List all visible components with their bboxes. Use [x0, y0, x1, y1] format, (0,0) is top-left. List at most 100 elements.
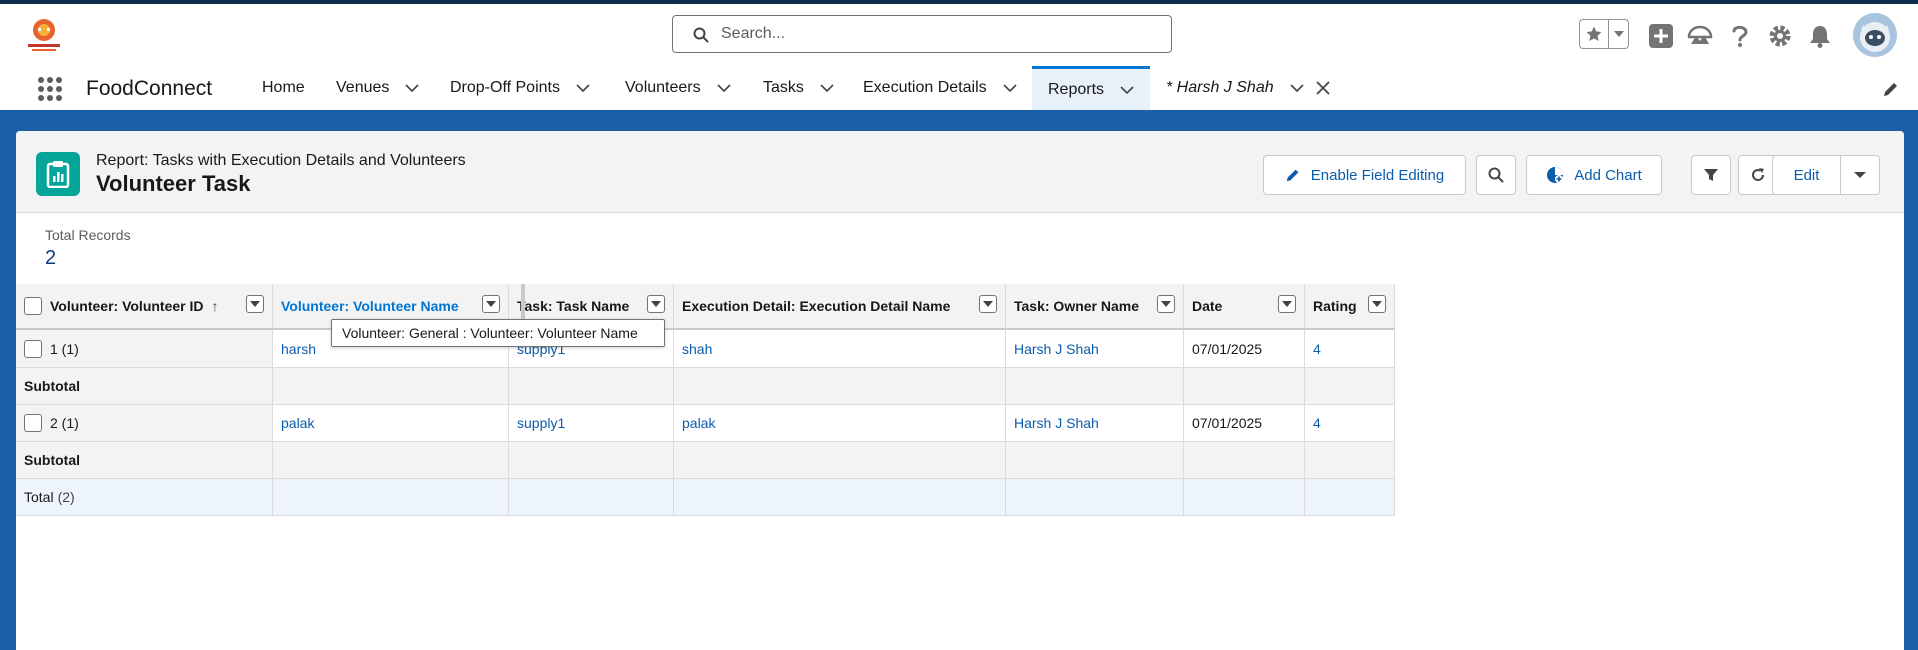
chevron-down-icon[interactable] [1120, 85, 1134, 94]
nav-item-execution-details[interactable]: Execution Details [863, 66, 1017, 110]
report-type-label: Report: Tasks with Execution Details and… [96, 152, 466, 169]
total-cell [674, 479, 1006, 516]
row-checkbox[interactable] [24, 339, 42, 358]
chevron-down-icon[interactable] [717, 84, 731, 92]
chevron-down-icon[interactable] [1003, 84, 1017, 92]
subtotal-label: Subtotal [16, 442, 273, 479]
gear-icon [1769, 25, 1791, 47]
close-tab-icon[interactable] [1315, 81, 1330, 95]
edit-menu-button[interactable] [1841, 156, 1879, 194]
clipboard-chart-icon [46, 161, 70, 188]
nav-item-label: Volunteers [625, 79, 701, 96]
column-menu-icon[interactable] [979, 295, 997, 313]
cell-date: 07/01/2025 [1184, 405, 1305, 442]
column-menu-icon[interactable] [1278, 295, 1296, 313]
column-header-label: Date [1192, 298, 1223, 314]
trailhead-icon [1687, 25, 1713, 44]
total-cell: Total (2) [16, 479, 273, 516]
add-chart-button[interactable]: Add Chart [1526, 155, 1662, 195]
total-row: Total (2) [16, 479, 1395, 516]
search-report-button[interactable] [1476, 155, 1516, 195]
column-menu-icon[interactable] [1368, 295, 1386, 313]
column-header-label: Rating [1313, 298, 1357, 314]
column-header-label: Volunteer: Volunteer ID [50, 298, 204, 314]
favorites-star-button[interactable] [1580, 20, 1610, 48]
column-menu-icon[interactable] [482, 295, 500, 313]
search-icon [1488, 167, 1504, 183]
trailhead-button[interactable] [1686, 22, 1714, 50]
nav-item-home[interactable]: Home [262, 66, 305, 110]
nav-item-venues[interactable]: Venues [336, 66, 419, 110]
cell-rating[interactable]: 4 [1305, 330, 1395, 368]
launcher-dot [47, 77, 53, 83]
column-header-label: Task: Task Name [517, 298, 630, 314]
app-nav-bar: FoodConnect Home Venues Drop-Off Points … [0, 66, 1918, 113]
chevron-down-icon[interactable] [1290, 84, 1304, 92]
cell-execution-detail-name[interactable]: palak [674, 405, 1006, 442]
help-button[interactable] [1726, 22, 1754, 50]
subtotal-cell [1184, 368, 1305, 405]
cell-execution-detail-name[interactable]: shah [674, 330, 1006, 368]
cell-volunteer-name[interactable]: palak [273, 405, 509, 442]
select-all-checkbox[interactable] [24, 297, 42, 315]
pencil-icon [1285, 167, 1301, 183]
astro-avatar-icon [1853, 13, 1897, 57]
cell-owner-name[interactable]: Harsh J Shah [1006, 405, 1184, 442]
nav-tab-harsh-j-shah[interactable]: * Harsh J Shah [1166, 66, 1330, 110]
subtotal-cell [1006, 368, 1184, 405]
column-menu-icon[interactable] [246, 295, 264, 313]
notifications-button[interactable] [1806, 22, 1834, 50]
app-name: FoodConnect [86, 77, 213, 100]
search-input[interactable] [721, 22, 1161, 46]
launcher-dot [47, 95, 53, 101]
column-tooltip: Volunteer: General : Volunteer: Voluntee… [331, 319, 665, 347]
add-icon [1649, 24, 1673, 48]
search-icon [693, 27, 709, 43]
filter-button[interactable] [1691, 155, 1731, 195]
nav-item-drop-off-points[interactable]: Drop-Off Points [450, 66, 590, 110]
edit-nav-items-button[interactable] [1882, 80, 1900, 101]
report-header: Report: Tasks with Execution Details and… [16, 131, 1904, 213]
cell-task-name[interactable]: supply1 [509, 405, 674, 442]
subtotal-cell [273, 442, 509, 479]
user-avatar[interactable] [1853, 13, 1897, 57]
launcher-dot [38, 95, 44, 101]
button-label: Enable Field Editing [1310, 166, 1445, 184]
subtotal-cell [1305, 368, 1395, 405]
column-header-date[interactable]: Date [1184, 284, 1305, 330]
column-header-execution-detail-name[interactable]: Execution Detail: Execution Detail Name [674, 284, 1006, 330]
total-cell [1006, 479, 1184, 516]
chevron-down-icon[interactable] [576, 84, 590, 92]
enable-field-editing-button[interactable]: Enable Field Editing [1263, 155, 1466, 195]
subtotal-row: Subtotal [16, 442, 1395, 479]
subtotal-cell [509, 442, 674, 479]
global-actions-button[interactable] [1647, 22, 1675, 50]
app-launcher-button[interactable] [36, 75, 64, 103]
column-header-volunteer-id[interactable]: Volunteer: Volunteer ID ↑ [16, 284, 273, 330]
cell-owner-name[interactable]: Harsh J Shah [1006, 330, 1184, 368]
foodconnect-logo[interactable] [24, 16, 64, 54]
column-menu-icon[interactable] [647, 295, 665, 313]
setup-button[interactable] [1766, 22, 1794, 50]
column-header-owner-name[interactable]: Task: Owner Name [1006, 284, 1184, 330]
button-label: Add Chart [1574, 166, 1642, 184]
table-row: 2 (1) palak supply1 palak Harsh J Shah 0… [16, 405, 1395, 442]
nav-item-tasks[interactable]: Tasks [763, 66, 834, 110]
nav-item-label: Home [262, 79, 305, 96]
subtotal-cell [674, 368, 1006, 405]
chevron-down-icon[interactable] [820, 84, 834, 92]
pencil-icon [1884, 83, 1897, 96]
chevron-down-icon[interactable] [405, 84, 419, 92]
cell-rating[interactable]: 4 [1305, 405, 1395, 442]
favorites-list-button[interactable] [1609, 20, 1628, 48]
filter-icon [1704, 169, 1718, 181]
column-header-rating[interactable]: Rating [1305, 284, 1395, 330]
edit-button-group: Edit [1772, 155, 1880, 195]
row-checkbox[interactable] [24, 414, 42, 432]
nav-item-volunteers[interactable]: Volunteers [625, 66, 731, 110]
nav-item-reports[interactable]: Reports [1032, 66, 1150, 110]
edit-button[interactable]: Edit [1773, 156, 1841, 194]
column-menu-icon[interactable] [1157, 295, 1175, 313]
global-search[interactable] [672, 15, 1172, 53]
chart-icon [1546, 166, 1564, 184]
